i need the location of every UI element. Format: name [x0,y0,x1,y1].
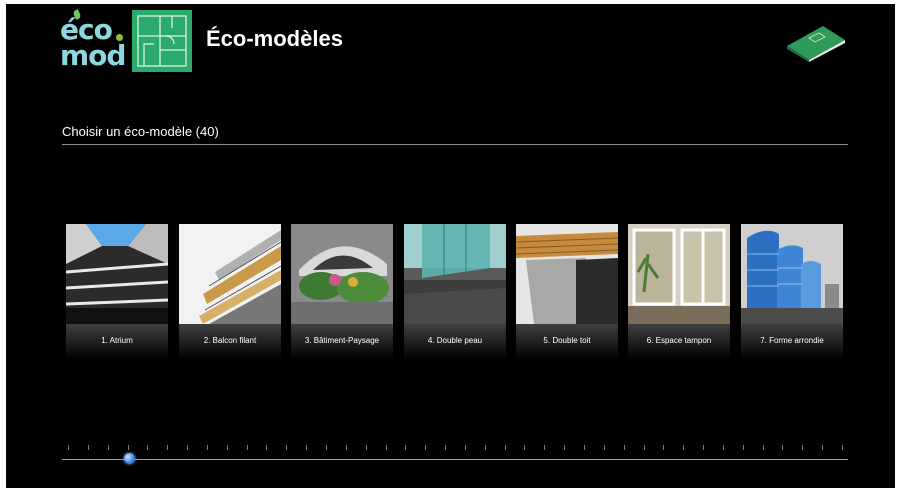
app-title: Éco-modèles [206,26,343,51]
model-label: 1. Atrium [101,336,133,345]
slider-tick [782,445,783,450]
slider-tick [167,445,168,450]
atrium-thumbnail [66,224,168,324]
slider-tick [564,445,565,450]
slider-tick [524,445,525,450]
slider-ticks [62,445,848,453]
batiment-paysage-thumbnail [291,224,393,324]
section-divider [62,144,848,145]
slider-tick [842,445,843,450]
slider-tick [247,445,248,450]
slider-tick [743,445,744,450]
slider-tick [346,445,347,450]
slider-tick [723,445,724,450]
slider-tick [405,445,406,450]
slider-tick [624,445,625,450]
section-title: Choisir un éco-modèle (40) [62,124,219,139]
slider-tick [485,445,486,450]
slider-tick [584,445,585,450]
logo-line-2: mod [60,39,126,72]
slider-tick [822,445,823,450]
slider-track[interactable] [62,459,848,460]
slider-tick [465,445,466,450]
slider-tick [187,445,188,450]
model-label: 4. Double peau [427,336,483,345]
model-label: 3. Bâtiment-Paysage [304,336,380,345]
model-card-atrium[interactable]: 1. Atrium [66,224,168,360]
slider-tick [366,445,367,450]
model-card-espace-tampon[interactable]: 6. Espace tampon [628,224,730,360]
slider-tick [326,445,327,450]
slider-tick [306,445,307,450]
model-card-double-peau[interactable]: 4. Double peau [404,224,506,360]
forme-arrondie-thumbnail [741,224,843,324]
model-label: 6. Espace tampon [646,336,712,345]
double-peau-thumbnail [404,224,506,324]
model-label: 5. Double toit [543,336,591,345]
model-card-double-toit[interactable]: 5. Double toit [516,224,618,360]
slider-tick [425,445,426,450]
model-card-balcon-filant[interactable]: 2. Balcon filant [179,224,281,360]
slider-tick [505,445,506,450]
double-toit-thumbnail [516,224,618,324]
slider-tick [445,445,446,450]
model-card-batiment-paysage[interactable]: 3. Bâtiment-Paysage [291,224,393,360]
slider-tick [604,445,605,450]
slider-tick [286,445,287,450]
model-card-forme-arrondie[interactable]: 7. Forme arrondie [741,224,843,360]
slider-tick [683,445,684,450]
app-window: éco mod Éco-modèles Choisir un éco-modèl… [6,4,895,488]
slider-tick [644,445,645,450]
slider-tick [266,445,267,450]
slider-tick [108,445,109,450]
slider-tick [88,445,89,450]
slider-tick [763,445,764,450]
eco-mod-logo: éco mod [54,8,130,74]
slider-tick [128,445,129,450]
slider-tick [663,445,664,450]
balcon-thumbnail [179,224,281,324]
espace-tampon-thumbnail [628,224,730,324]
book-icon[interactable] [785,22,847,62]
slider-tick [68,445,69,450]
model-label: 2. Balcon filant [203,336,257,345]
floor-plan-icon [132,10,192,72]
model-label: 7. Forme arrondie [760,336,824,345]
slider-tick [703,445,704,450]
slider-thumb[interactable] [124,453,135,464]
slider-tick [544,445,545,450]
slider-tick [386,445,387,450]
slider-tick [207,445,208,450]
slider-tick [147,445,148,450]
slider-tick [227,445,228,450]
slider-tick [802,445,803,450]
